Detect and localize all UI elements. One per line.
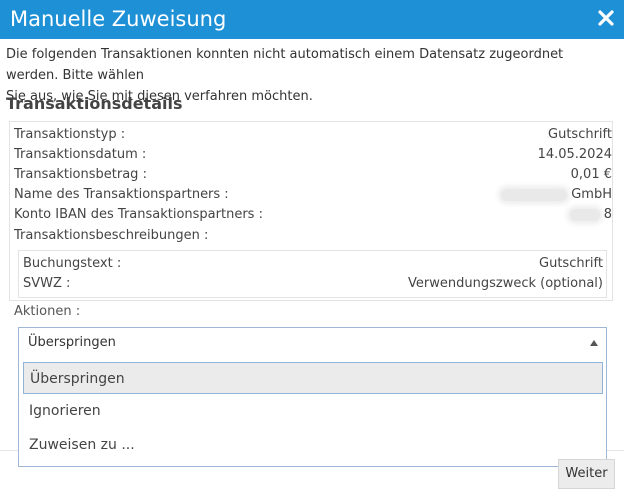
- booking-value: Gutschrift: [539, 256, 603, 271]
- description-row-svwz: SVWZ : Verwendungszweck (optional): [23, 274, 603, 294]
- actions-label: Aktionen :: [14, 304, 81, 319]
- partner-value-text: GmbH: [571, 187, 612, 202]
- type-label: Transaktionstyp :: [14, 127, 126, 142]
- detail-row-amount: Transaktionsbetrag : 0,01 €: [14, 165, 612, 185]
- option-ueberspringen[interactable]: Überspringen: [23, 362, 603, 394]
- iban-label: Konto IBAN des Transaktionspartners :: [14, 207, 263, 222]
- detail-row-iban: Konto IBAN des Transaktionspartners : 8: [14, 205, 612, 225]
- actions-selected-value: Überspringen: [28, 335, 116, 350]
- dialog-title: Manuelle Zuweisung: [10, 7, 227, 31]
- redacted-blur: [501, 188, 568, 201]
- detail-row-partner: Name des Transaktionspartners : GmbH: [14, 185, 612, 205]
- close-icon[interactable]: [596, 8, 616, 28]
- redacted-blur: [569, 208, 600, 221]
- detail-row-descriptions: Transaktionsbeschreibungen :: [14, 226, 612, 246]
- amount-value: 0,01 €: [570, 167, 612, 182]
- svwz-label: SVWZ :: [23, 276, 71, 291]
- intro-line-1: Die folgenden Transaktionen konnten nich…: [6, 47, 564, 83]
- description-row-booking: Buchungstext : Gutschrift: [23, 254, 603, 274]
- iban-value-text: 8: [603, 207, 612, 222]
- section-title: Transaktionsdetails: [6, 94, 183, 113]
- next-button[interactable]: Weiter: [558, 459, 615, 489]
- dialog-header: Manuelle Zuweisung: [0, 0, 624, 39]
- svwz-value: Verwendungszweck (optional): [408, 276, 603, 291]
- detail-row-date: Transaktionsdatum : 14.05.2024: [14, 145, 612, 165]
- partner-value: GmbH: [501, 185, 612, 205]
- option-zuweisen[interactable]: Zuweisen zu ...: [23, 429, 603, 461]
- descriptions-label: Transaktionsbeschreibungen :: [14, 228, 209, 243]
- chevron-up-icon[interactable]: [590, 340, 598, 346]
- amount-label: Transaktionsbetrag :: [14, 167, 147, 182]
- iban-value: 8: [569, 205, 612, 225]
- actions-dropdown: Überspringen Ignorieren Zuweisen zu ...: [18, 358, 607, 467]
- actions-select[interactable]: Überspringen: [18, 327, 607, 359]
- date-value: 14.05.2024: [537, 147, 612, 162]
- booking-label: Buchungstext :: [23, 256, 122, 271]
- detail-row-type: Transaktionstyp : Gutschrift: [14, 125, 612, 145]
- partner-label: Name des Transaktionspartners :: [14, 187, 229, 202]
- date-label: Transaktionsdatum :: [14, 147, 147, 162]
- type-value: Gutschrift: [548, 127, 612, 142]
- option-ignorieren[interactable]: Ignorieren: [23, 395, 603, 427]
